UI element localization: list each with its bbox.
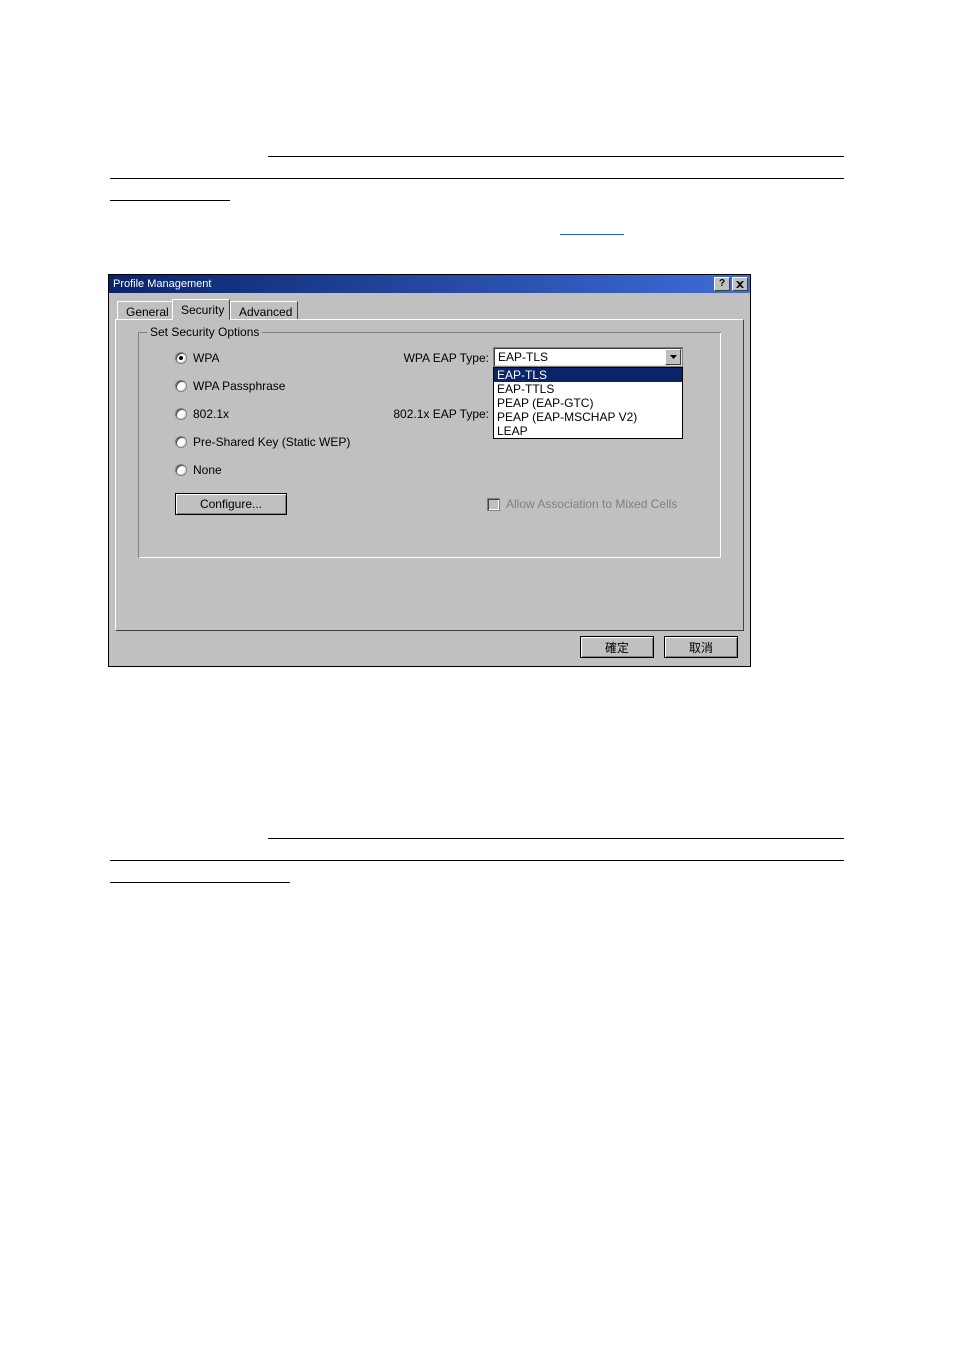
doc-rule-5: [110, 860, 844, 861]
doc-rule-1: [268, 156, 844, 157]
tab-advanced-label: Advanced: [239, 305, 292, 319]
dialog-body: General Security Advanced Set Security O…: [109, 293, 750, 666]
option-peap-mschapv2[interactable]: PEAP (EAP-MSCHAP V2): [494, 410, 682, 424]
close-icon: [736, 281, 744, 288]
radio-8021x[interactable]: 802.1x: [175, 407, 229, 421]
set-security-options-group: Set Security Options WPA WPA Passphrase …: [138, 332, 721, 558]
option-leap[interactable]: LEAP: [494, 424, 682, 438]
radio-dot-icon: [175, 464, 187, 476]
configure-button[interactable]: Configure...: [175, 493, 287, 515]
wpa-eap-type-combo[interactable]: EAP-TLS: [493, 347, 683, 367]
radio-psk-label: Pre-Shared Key (Static WEP): [193, 435, 350, 449]
close-button[interactable]: [732, 277, 748, 291]
radio-dot-icon: [175, 408, 187, 420]
tab-security[interactable]: Security: [172, 299, 230, 320]
tab-security-label: Security: [181, 303, 224, 317]
doc-rule-6: [110, 882, 290, 883]
configure-button-label: Configure...: [200, 497, 262, 511]
radio-wpa-passphrase[interactable]: WPA Passphrase: [175, 379, 285, 393]
allow-mixed-cells-label: Allow Association to Mixed Cells: [506, 497, 677, 511]
combo-selected: EAP-TLS: [494, 350, 664, 364]
wpa-eap-type-label: WPA EAP Type:: [387, 351, 489, 365]
radio-dot-icon: [175, 436, 187, 448]
allow-mixed-cells-checkbox: Allow Association to Mixed Cells: [487, 497, 677, 511]
radio-psk[interactable]: Pre-Shared Key (Static WEP): [175, 435, 350, 449]
profile-management-dialog: Profile Management ? General Security Ad…: [108, 274, 751, 667]
doc-rule-2: [110, 178, 844, 179]
help-button[interactable]: ?: [714, 277, 730, 291]
dialog-buttons: 確定 取消: [580, 636, 738, 658]
8021x-eap-type-label: 802.1x EAP Type:: [387, 407, 489, 421]
titlebar[interactable]: Profile Management ?: [109, 275, 750, 293]
tab-general[interactable]: General: [117, 301, 173, 320]
checkbox-box: [487, 498, 500, 511]
radio-wpa-pass-label: WPA Passphrase: [193, 379, 285, 393]
group-title: Set Security Options: [147, 325, 262, 339]
radio-wpa-label: WPA: [193, 351, 219, 365]
option-eap-ttls[interactable]: EAP-TTLS: [494, 382, 682, 396]
radio-8021x-label: 802.1x: [193, 407, 229, 421]
eap-type-dropdown[interactable]: EAP-TLS EAP-TTLS PEAP (EAP-GTC) PEAP (EA…: [493, 367, 683, 439]
cancel-button[interactable]: 取消: [664, 636, 738, 658]
radio-none[interactable]: None: [175, 463, 222, 477]
radio-dot-icon: [175, 380, 187, 392]
tab-general-label: General: [126, 305, 169, 319]
doc-link-underline: [560, 234, 624, 235]
cancel-button-label: 取消: [689, 639, 713, 656]
chevron-down-icon: [670, 355, 677, 359]
tabs: General Security Advanced: [117, 299, 744, 320]
doc-rule-4: [268, 838, 844, 839]
doc-rule-3: [110, 200, 230, 201]
radio-none-label: None: [193, 463, 222, 477]
combo-arrow-button[interactable]: [665, 349, 681, 365]
radio-wpa[interactable]: WPA: [175, 351, 219, 365]
titlebar-title: Profile Management: [113, 278, 712, 290]
tab-advanced[interactable]: Advanced: [230, 301, 298, 320]
option-peap-gtc[interactable]: PEAP (EAP-GTC): [494, 396, 682, 410]
option-eap-tls[interactable]: EAP-TLS: [494, 368, 682, 382]
radio-dot-icon: [175, 352, 187, 364]
ok-button-label: 確定: [605, 639, 629, 656]
tab-panel-security: Set Security Options WPA WPA Passphrase …: [115, 319, 744, 631]
ok-button[interactable]: 確定: [580, 636, 654, 658]
help-icon: ?: [719, 279, 725, 289]
